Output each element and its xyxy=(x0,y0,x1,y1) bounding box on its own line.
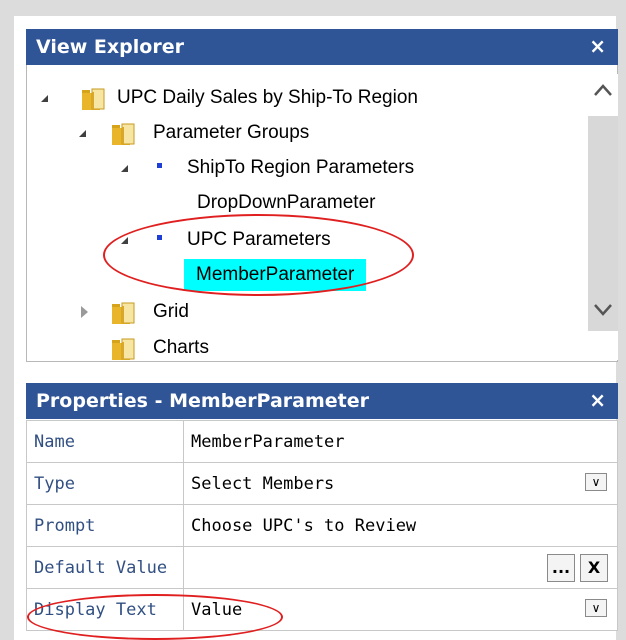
folder-icon xyxy=(82,88,105,110)
property-key: Type xyxy=(26,462,184,505)
annotation-ellipse-display-text xyxy=(27,594,283,640)
property-row-prompt: Prompt Choose UPC's to Review xyxy=(26,504,618,547)
tree-item-label: UPC Daily Sales by Ship-To Region xyxy=(117,87,418,108)
scroll-thumb[interactable] xyxy=(588,116,618,331)
dropdown-arrow-icon[interactable]: ∨ xyxy=(585,473,607,491)
property-key: Name xyxy=(26,420,184,463)
property-key: Prompt xyxy=(26,504,184,547)
folder-icon xyxy=(112,338,135,360)
tree-item-label: Charts xyxy=(153,337,209,358)
expand-toggle-icon[interactable] xyxy=(121,165,128,172)
property-value-default-value[interactable]: ... X xyxy=(183,546,618,589)
view-explorer-tree: UPC Daily Sales by Ship-To Region Parame… xyxy=(26,65,618,362)
property-value-text: MemberParameter xyxy=(191,431,345,452)
properties-title: Properties - MemberParameter xyxy=(36,390,370,412)
window-left-chrome xyxy=(0,0,14,640)
dropdown-arrow-icon[interactable]: ∨ xyxy=(585,599,607,617)
window-top-chrome xyxy=(0,0,626,16)
tree-item-label: ShipTo Region Parameters xyxy=(187,157,415,178)
annotation-ellipse-upc-parameters xyxy=(103,214,414,296)
tree-item-label: Grid xyxy=(153,301,189,322)
ellipsis-button[interactable]: ... xyxy=(547,554,575,582)
view-explorer-close-icon[interactable]: × xyxy=(589,29,606,63)
property-row-type: Type Select Members ∨ xyxy=(26,462,618,505)
property-value-text: Select Members xyxy=(191,473,335,494)
folder-icon xyxy=(112,123,135,145)
view-explorer-header: View Explorer × xyxy=(26,29,618,65)
folder-icon xyxy=(112,302,135,324)
property-value-text: Choose UPC's to Review xyxy=(191,515,417,536)
property-key: Default Value xyxy=(26,546,184,589)
bullet-icon xyxy=(157,163,162,168)
tree-item-label: Parameter Groups xyxy=(153,122,310,143)
expand-toggle-icon[interactable] xyxy=(41,95,48,102)
property-row-name: Name MemberParameter xyxy=(26,420,618,463)
property-value-name[interactable]: MemberParameter xyxy=(183,420,618,463)
tree-scrollbar[interactable] xyxy=(588,74,618,360)
property-value-prompt[interactable]: Choose UPC's to Review xyxy=(183,504,618,547)
properties-header: Properties - MemberParameter × xyxy=(26,383,618,419)
expand-toggle-icon[interactable] xyxy=(79,130,86,137)
properties-close-icon[interactable]: × xyxy=(589,383,606,417)
property-value-type[interactable]: Select Members ∨ xyxy=(183,462,618,505)
collapse-toggle-icon[interactable] xyxy=(81,306,88,318)
view-explorer-title: View Explorer xyxy=(36,36,184,58)
scroll-up-icon[interactable] xyxy=(592,82,614,98)
property-row-default-value: Default Value ... X xyxy=(26,546,618,589)
scroll-down-icon[interactable] xyxy=(592,302,614,318)
clear-button[interactable]: X xyxy=(580,554,608,582)
